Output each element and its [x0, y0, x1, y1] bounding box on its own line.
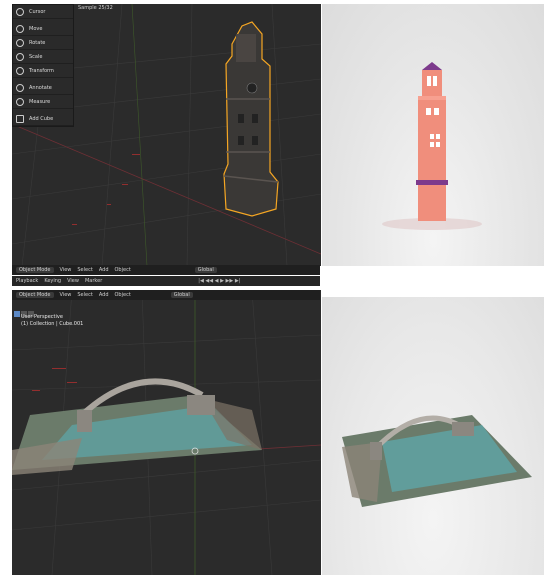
bridge-render: [342, 415, 532, 507]
bottom-viewport[interactable]: [12, 290, 321, 575]
tower-render-panel: [322, 4, 544, 266]
orientation-dropdown-bottom[interactable]: Global: [170, 292, 193, 298]
menu-add-bottom[interactable]: Add: [99, 292, 109, 298]
mode-dropdown-bottom[interactable]: Object Mode: [16, 292, 54, 298]
menu-view[interactable]: View: [60, 267, 72, 273]
tool-cursor[interactable]: Cursor: [13, 5, 73, 19]
bridge-render-panel: [322, 297, 544, 575]
menu-view-bottom[interactable]: View: [60, 292, 72, 298]
menu-select[interactable]: Select: [77, 267, 92, 273]
rotate-icon: [16, 38, 24, 47]
scale-icon: [16, 52, 24, 61]
tower-model[interactable]: [223, 21, 279, 217]
bottom-viewport-scene: [12, 290, 321, 575]
tool-scale[interactable]: Scale: [13, 50, 73, 64]
menu-marker[interactable]: Marker: [85, 278, 102, 284]
measure-icon: [16, 97, 24, 106]
top-viewport-header: Object Mode View Select Add Object Globa…: [12, 265, 320, 275]
tool-transform[interactable]: Transform: [13, 64, 73, 78]
viewport-collection-label: (1) Collection | Cube.001: [21, 321, 84, 327]
mode-dropdown[interactable]: Object Mode: [16, 267, 54, 273]
y-axis-line: [131, 4, 148, 266]
bottom-viewport-header: Object Mode View Select Add Object Globa…: [12, 290, 320, 300]
menu-playback[interactable]: Playback: [16, 278, 38, 284]
annotate-icon: [16, 83, 24, 92]
menu-object[interactable]: Object: [115, 267, 131, 273]
viewport-perspective-label: User Perspective: [21, 314, 63, 320]
tool-add-cube[interactable]: Add Cube: [13, 112, 73, 126]
tool-rotate[interactable]: Rotate: [13, 36, 73, 50]
menu-add[interactable]: Add: [99, 267, 109, 273]
orientation-dropdown[interactable]: Global: [194, 267, 217, 273]
tool-annotate[interactable]: Annotate: [13, 81, 73, 95]
menu-object-bottom[interactable]: Object: [115, 292, 131, 298]
move-icon: [16, 24, 24, 33]
select-box-icon[interactable]: [14, 311, 20, 317]
menu-select-bottom[interactable]: Select: [77, 292, 92, 298]
tool-measure[interactable]: Measure: [13, 95, 73, 109]
tower-render: [382, 62, 482, 230]
render-sample-label: Sample 25/32: [78, 5, 113, 11]
playback-controls-icon[interactable]: |◀ ◀◀ ◀ ▶ ▶▶ ▶|: [198, 278, 240, 284]
add-cube-icon: [16, 114, 24, 123]
cursor-icon: [16, 7, 24, 16]
menu-view-timeline[interactable]: View: [67, 278, 79, 284]
timeline-header: Playback Keying View Marker |◀ ◀◀ ◀ ▶ ▶▶…: [12, 276, 320, 286]
toolbar: Cursor Move Rotate Scale Transform Annot…: [12, 4, 74, 127]
tool-move[interactable]: Move: [13, 22, 73, 36]
transform-icon: [16, 66, 24, 75]
menu-keying[interactable]: Keying: [44, 278, 61, 284]
